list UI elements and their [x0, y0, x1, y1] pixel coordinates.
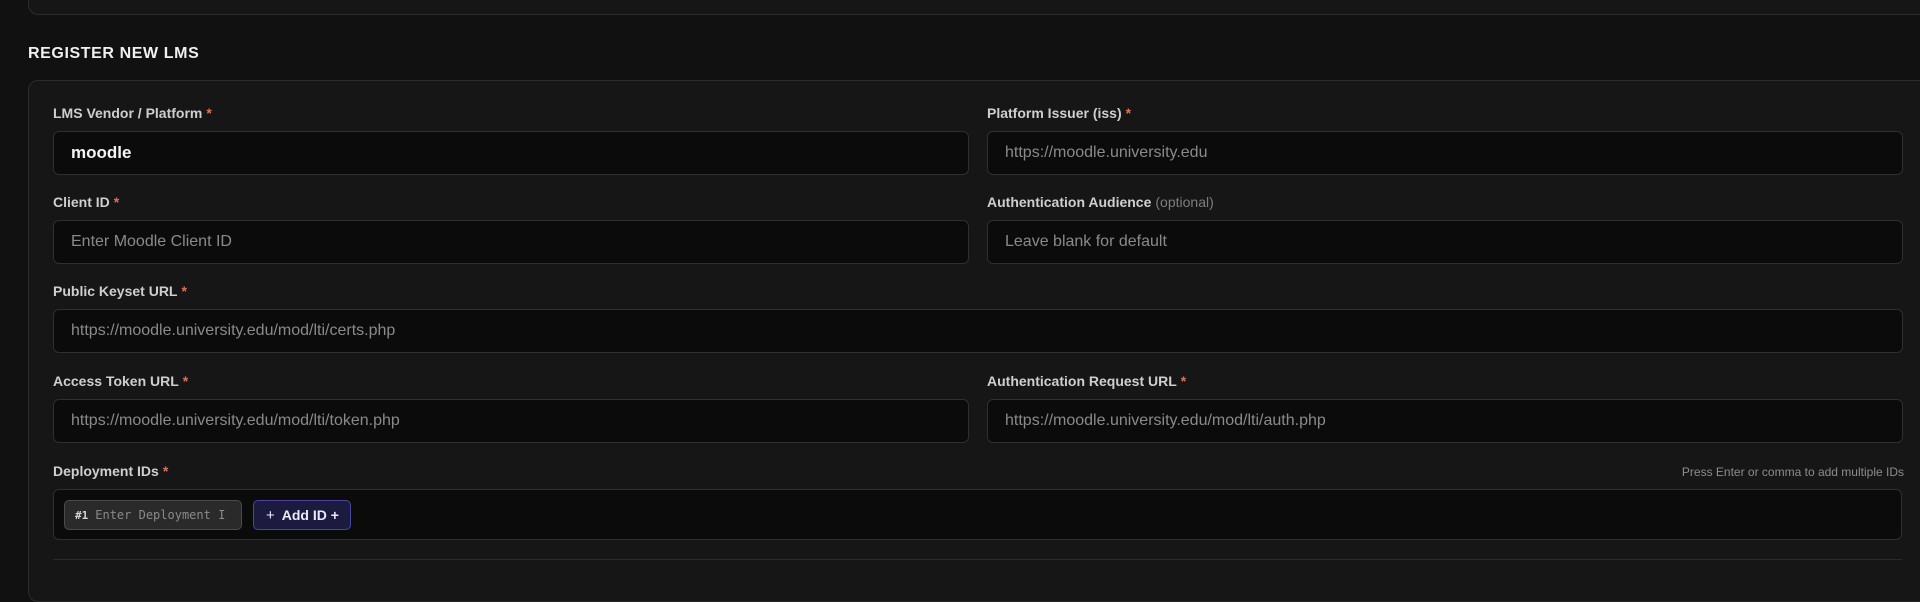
deployment-ids-label: Deployment IDs * — [53, 463, 168, 479]
deployment-ids-label-text: Deployment IDs — [53, 463, 159, 479]
previous-section-card — [28, 0, 1920, 15]
section-title: REGISTER NEW LMS — [28, 45, 200, 62]
deployment-id-number: #1 — [75, 508, 89, 522]
deployment-ids-helper: Press Enter or comma to add multiple IDs — [1681, 465, 1904, 479]
required-asterisk: * — [1180, 373, 1187, 389]
lms-vendor-label-text: LMS Vendor / Platform — [53, 105, 203, 121]
lms-vendor-input[interactable] — [53, 131, 969, 175]
access-token-url-label: Access Token URL * — [53, 373, 188, 389]
auth-request-url-label-text: Authentication Request URL — [987, 373, 1177, 389]
required-asterisk: * — [1125, 105, 1132, 121]
auth-request-url-input[interactable] — [987, 399, 1903, 443]
required-asterisk: * — [113, 194, 120, 210]
required-asterisk: * — [182, 373, 189, 389]
platform-issuer-input[interactable] — [987, 131, 1903, 175]
add-id-button[interactable]: + Add ID + — [253, 500, 351, 530]
lms-vendor-label: LMS Vendor / Platform * — [53, 105, 212, 121]
required-asterisk: * — [162, 463, 169, 479]
auth-audience-input[interactable] — [987, 220, 1903, 264]
add-id-button-label: Add ID + — [281, 507, 339, 523]
required-asterisk: * — [181, 283, 187, 299]
plus-icon: + — [266, 506, 275, 524]
client-id-label: Client ID * — [53, 194, 119, 210]
public-keyset-url-label: Public Keyset URL * — [53, 283, 187, 299]
auth-request-url-label: Authentication Request URL * — [987, 373, 1186, 389]
optional-note: (optional) — [1155, 194, 1214, 210]
deployment-id-input[interactable] — [95, 508, 226, 522]
form-divider — [53, 559, 1902, 560]
deployment-ids-field[interactable]: #1 + Add ID + — [53, 489, 1902, 540]
access-token-url-label-text: Access Token URL — [53, 373, 179, 389]
public-keyset-url-input[interactable] — [53, 309, 1903, 353]
public-keyset-url-label-text: Public Keyset URL — [53, 283, 178, 299]
required-asterisk: * — [206, 105, 212, 121]
platform-issuer-label-text: Platform Issuer (iss) — [987, 105, 1122, 121]
client-id-input[interactable] — [53, 220, 969, 264]
client-id-label-text: Client ID — [53, 194, 110, 210]
platform-issuer-label: Platform Issuer (iss) * — [987, 105, 1131, 121]
auth-audience-label: Authentication Audience (optional) — [987, 194, 1214, 210]
auth-audience-label-text: Authentication Audience — [987, 194, 1152, 210]
deployment-id-chip[interactable]: #1 — [64, 500, 242, 530]
access-token-url-input[interactable] — [53, 399, 969, 443]
